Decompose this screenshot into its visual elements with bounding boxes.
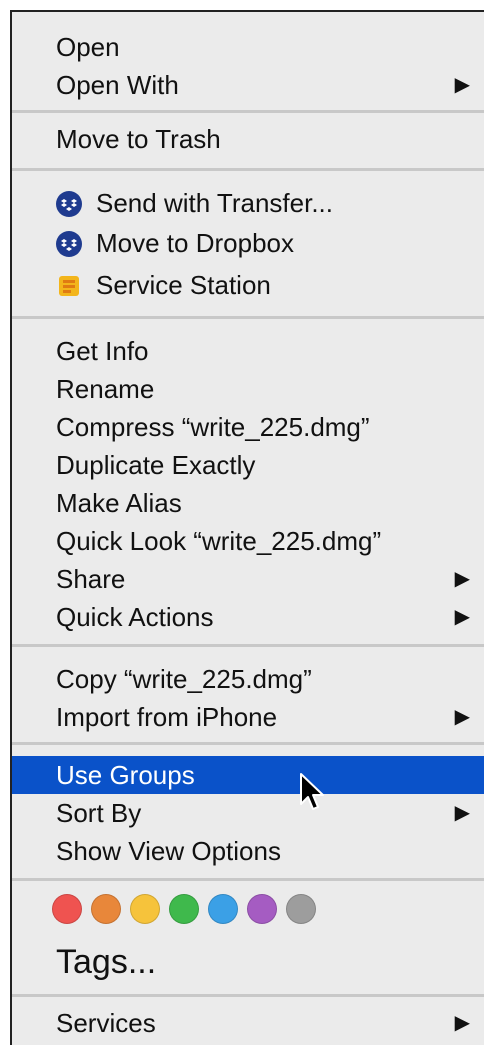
menu-item-label: Get Info bbox=[56, 336, 149, 366]
menu-item-rename[interactable]: Rename bbox=[12, 370, 484, 408]
menu-item-move-to-trash[interactable]: Move to Trash bbox=[12, 120, 484, 158]
menu-separator bbox=[12, 316, 484, 319]
menu-item-service-station[interactable]: Service Station bbox=[12, 266, 484, 304]
menu-item-label: Open bbox=[56, 32, 120, 62]
menu-item-label: Quick Actions bbox=[56, 602, 214, 632]
menu-item-tags[interactable]: Tags... bbox=[56, 940, 156, 984]
tag-colors-row bbox=[52, 894, 316, 934]
menu-item-label: Share bbox=[56, 564, 126, 594]
submenu-arrow-icon: ▶ bbox=[454, 1012, 470, 1034]
menu-item-send-with-transfer[interactable]: Send with Transfer... bbox=[12, 184, 484, 222]
menu-item-label: Show View Options bbox=[56, 836, 281, 866]
menu-item-make-alias[interactable]: Make Alias bbox=[12, 484, 484, 522]
menu-item-move-to-dropbox[interactable]: Move to Dropbox bbox=[12, 224, 484, 262]
menu-item-show-view-options[interactable]: Show View Options bbox=[12, 832, 484, 870]
menu-item-label: Service Station bbox=[96, 270, 271, 300]
menu-item-label: Move to Trash bbox=[56, 124, 221, 154]
submenu-arrow-icon: ▶ bbox=[454, 802, 470, 824]
menu-separator bbox=[12, 994, 484, 997]
menu-item-open-with[interactable]: Open With ▶ bbox=[12, 66, 484, 104]
service-station-icon bbox=[59, 276, 79, 296]
menu-item-label: Use Groups bbox=[56, 760, 195, 790]
menu-item-copy[interactable]: Copy “write_225.dmg” bbox=[12, 660, 484, 698]
menu-item-use-groups[interactable]: Use Groups bbox=[12, 756, 484, 794]
context-menu: Open Open With ▶ Move to Trash Send with… bbox=[10, 10, 484, 1045]
menu-item-label: Copy “write_225.dmg” bbox=[56, 664, 312, 694]
menu-item-label: Move to Dropbox bbox=[96, 228, 294, 258]
tag-gray-dot[interactable] bbox=[286, 894, 316, 924]
menu-item-sort-by[interactable]: Sort By ▶ bbox=[12, 794, 484, 832]
menu-item-label: Open With bbox=[56, 70, 179, 100]
menu-item-label: Import from iPhone bbox=[56, 702, 278, 732]
submenu-arrow-icon: ▶ bbox=[454, 606, 470, 628]
menu-item-share[interactable]: Share ▶ bbox=[12, 560, 484, 598]
menu-item-duplicate-exactly[interactable]: Duplicate Exactly bbox=[12, 446, 484, 484]
mouse-pointer-icon bbox=[300, 773, 324, 810]
menu-item-compress[interactable]: Compress “write_225.dmg” bbox=[12, 408, 484, 446]
menu-separator bbox=[12, 168, 484, 171]
menu-item-services[interactable]: Services ▶ bbox=[12, 1004, 484, 1042]
menu-item-label: Quick Look “write_225.dmg” bbox=[56, 526, 382, 556]
menu-item-quick-actions[interactable]: Quick Actions ▶ bbox=[12, 598, 484, 636]
tag-purple-dot[interactable] bbox=[247, 894, 277, 924]
submenu-arrow-icon: ▶ bbox=[454, 74, 470, 96]
submenu-arrow-icon: ▶ bbox=[454, 568, 470, 590]
tag-yellow-dot[interactable] bbox=[130, 894, 160, 924]
menu-separator bbox=[12, 110, 484, 113]
tag-red-dot[interactable] bbox=[52, 894, 82, 924]
dropbox-icon bbox=[56, 191, 82, 217]
menu-item-label: Services bbox=[56, 1008, 156, 1038]
dropbox-icon bbox=[56, 231, 82, 257]
menu-item-label: Rename bbox=[56, 374, 155, 404]
menu-separator bbox=[12, 742, 484, 745]
menu-item-label: Send with Transfer... bbox=[96, 188, 334, 218]
menu-item-label: Compress “write_225.dmg” bbox=[56, 412, 370, 442]
tag-blue-dot[interactable] bbox=[208, 894, 238, 924]
menu-item-open[interactable]: Open bbox=[12, 28, 484, 66]
menu-item-label: Duplicate Exactly bbox=[56, 450, 256, 480]
submenu-arrow-icon: ▶ bbox=[454, 706, 470, 728]
menu-separator bbox=[12, 878, 484, 881]
menu-item-get-info[interactable]: Get Info bbox=[12, 332, 484, 370]
menu-separator bbox=[12, 644, 484, 647]
menu-item-import-from-iphone[interactable]: Import from iPhone ▶ bbox=[12, 698, 484, 736]
menu-item-quick-look[interactable]: Quick Look “write_225.dmg” bbox=[12, 522, 484, 560]
tag-orange-dot[interactable] bbox=[91, 894, 121, 924]
menu-item-label: Sort By bbox=[56, 798, 142, 828]
menu-item-label: Make Alias bbox=[56, 488, 182, 518]
tag-green-dot[interactable] bbox=[169, 894, 199, 924]
